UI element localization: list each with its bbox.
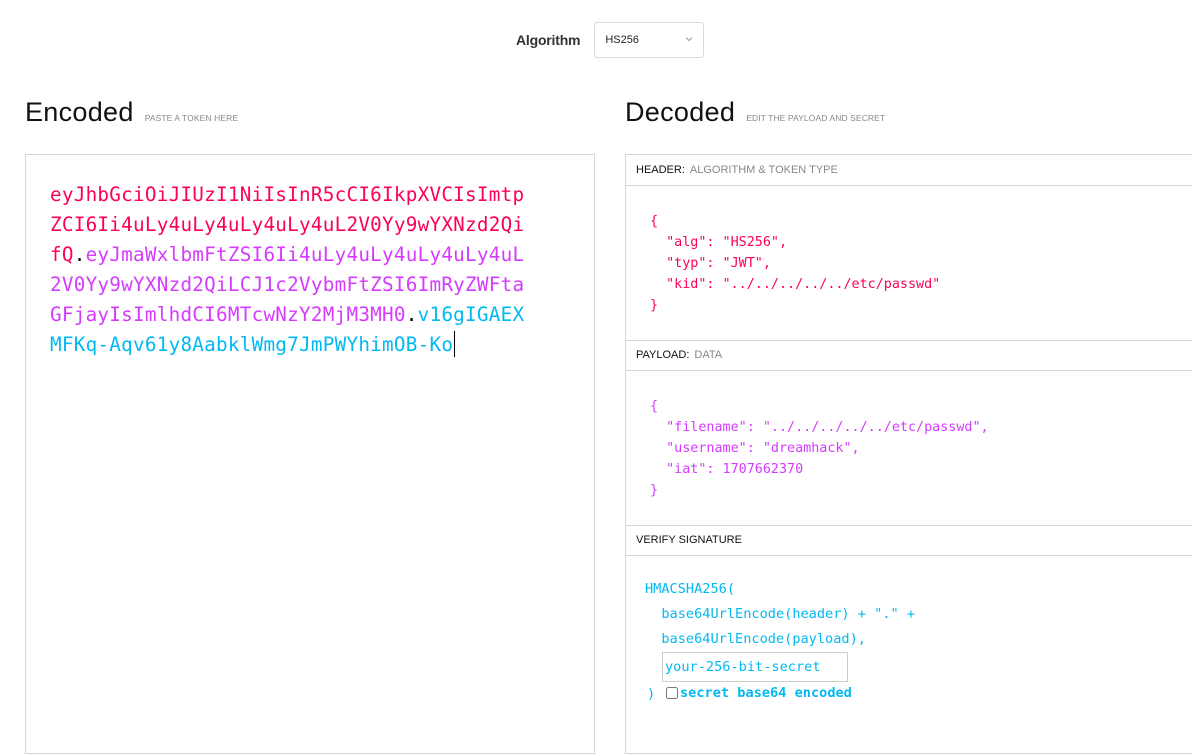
algorithm-row: Algorithm HS256 [516,21,705,59]
token-dot: . [405,303,418,326]
verify-panel-title: VERIFY SIGNATURE [626,525,1192,556]
decoded-panel: HEADER: ALGORITHM & TOKEN TYPE { "alg": … [625,154,1192,754]
token-dot: . [73,243,86,266]
header-label: HEADER: [636,164,685,176]
encoded-title: Encoded [25,97,134,127]
hmac-line-header: base64UrlEncode(header) + "." + [645,606,916,622]
encoded-token-editor[interactable]: eyJhbGciOiJIUzI1NiIsInR5cCI6IkpXVCIsImtp… [25,154,595,754]
payload-json-editor[interactable]: { "filename": "../../../../../etc/passwd… [650,396,989,501]
hmac-close-paren: ) [647,686,656,702]
secret-input[interactable] [662,652,848,682]
token-text[interactable]: eyJhbGciOiJIUzI1NiIsInR5cCI6IkpXVCIsImtp… [50,180,530,360]
base64-encoded-checkbox[interactable] [666,687,678,699]
header-panel-title: HEADER: ALGORITHM & TOKEN TYPE [626,155,1192,186]
encoded-heading: Encoded PASTE A TOKEN HERE [25,97,238,128]
header-json-editor[interactable]: { "alg": "HS256", "typ": "JWT", "kid": "… [650,211,940,316]
algorithm-selected-value: HS256 [605,34,639,46]
algorithm-select[interactable]: HS256 [594,22,705,58]
verify-label: VERIFY SIGNATURE [636,534,742,546]
chevron-down-icon [685,37,693,42]
encoded-subtitle: PASTE A TOKEN HERE [144,113,239,123]
base64-encoded-label[interactable]: secret base64 encoded [680,685,852,701]
text-caret [454,331,456,357]
decoded-title: Decoded [625,97,736,127]
hmac-line-payload: base64UrlEncode(payload), [645,631,866,647]
header-sublabel: ALGORITHM & TOKEN TYPE [689,164,838,176]
algorithm-label: Algorithm [516,32,581,48]
payload-label: PAYLOAD: [636,349,690,361]
payload-sublabel: DATA [694,349,723,361]
payload-panel-title: PAYLOAD: DATA [626,340,1192,371]
decoded-subtitle: EDIT THE PAYLOAD AND SECRET [746,113,886,123]
hmac-function-open: HMACSHA256( [645,581,736,597]
decoded-heading: Decoded EDIT THE PAYLOAD AND SECRET [625,97,885,128]
